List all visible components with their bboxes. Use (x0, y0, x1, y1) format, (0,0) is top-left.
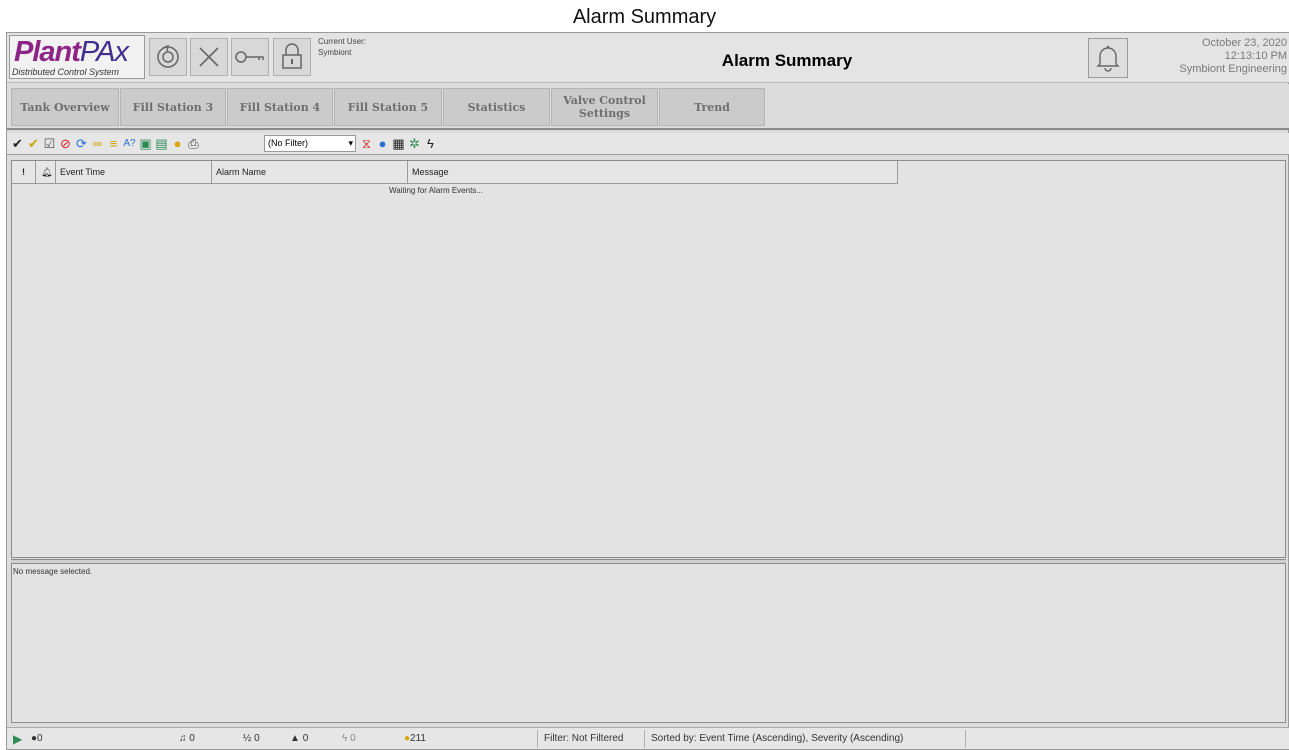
nav-fill-station-5[interactable]: Fill Station 5 (334, 88, 442, 126)
status-divider (965, 730, 966, 748)
status-count-0: ●0 (31, 733, 43, 744)
globe-icon[interactable]: ● (375, 136, 390, 151)
nav-fill-station-4[interactable]: Fill Station 4 (227, 88, 333, 126)
alarm-bell-button[interactable] (1088, 38, 1128, 78)
acknowledge-icon[interactable]: ✔ (10, 136, 25, 151)
logo-plant: Plant (14, 36, 81, 68)
status-bar: ▶ ●0 ♫ 0 ½ 0 ▲ 0 ϟ 0 ●211 Filter: Not Fi… (7, 727, 1289, 749)
page-title: Alarm Summary (572, 6, 717, 28)
app-window: PlantPAx Distributed Control System Curr… (6, 32, 1289, 750)
nav-fill-station-3[interactable]: Fill Station 3 (120, 88, 226, 126)
header-bar: PlantPAx Distributed Control System Curr… (7, 33, 1289, 83)
key-icon (235, 51, 264, 63)
reconnect-icon[interactable]: ✲ (407, 136, 422, 151)
screen-title: Alarm Summary (721, 51, 853, 70)
status-count-warning: ▲ 0 (290, 733, 309, 744)
status-divider (644, 730, 645, 748)
lock-button[interactable] (273, 38, 311, 76)
lock-icon (282, 43, 302, 69)
navigation-bar: Tank Overview Fill Station 3 Fill Statio… (7, 84, 1289, 130)
company-text: Symbiont Engineering (1179, 63, 1287, 75)
refresh-icon (157, 44, 179, 68)
alarm-toolbar: ✔ ✔ ☑ ⊘ ⟳ ═ ≡ A? ▣ ▤ ● ⎙ (No Filter) ▾ ⧖ … (7, 133, 1289, 155)
refresh-button[interactable] (149, 38, 187, 76)
message-detail-pane: No message selected. (11, 563, 1286, 723)
login-button[interactable] (231, 38, 269, 76)
bell-icon: ♫ (179, 733, 190, 744)
filter-status: Filter: Not Filtered (544, 733, 624, 744)
col-state[interactable]: 🔔︎ (36, 161, 56, 183)
sort-icon[interactable]: ▤ (154, 136, 169, 151)
bell-icon: 🔔︎ (41, 167, 53, 177)
detail-text: No message selected. (13, 567, 93, 576)
print-icon[interactable]: ⎙ (186, 136, 201, 151)
grid-header: ! 🔔︎ Event Time Alarm Name Message (12, 161, 898, 184)
current-user-label: Current User: (318, 37, 367, 46)
date-text: October 23, 2020 (1201, 37, 1287, 49)
nav-valve-control-settings[interactable]: Valve Control Settings (551, 88, 658, 126)
filter-value: (No Filter) (268, 138, 308, 148)
ack-icon: ½ (243, 733, 255, 744)
lightning-icon: ϟ (342, 733, 351, 744)
status-count-info: ●211 (404, 733, 426, 744)
logo-pax: PAx (79, 36, 129, 68)
current-user: Current User: Symbiont (318, 36, 366, 58)
status-count-ack: ½ 0 (243, 733, 260, 744)
col-message[interactable]: Message (408, 161, 898, 183)
nav-tank-overview[interactable]: Tank Overview (11, 88, 119, 126)
clear-filter-icon[interactable]: ⧖ (359, 136, 374, 151)
suppressed-list-icon[interactable]: ≡ (106, 136, 121, 151)
logo-subtitle: Distributed Control System (12, 67, 120, 77)
columns-icon[interactable]: ▦ (391, 136, 406, 151)
status-divider (537, 730, 538, 748)
close-button[interactable] (190, 38, 228, 76)
acknowledge-page-icon[interactable]: ☑ (42, 136, 57, 151)
col-event-time[interactable]: Event Time (56, 161, 212, 183)
disable-icon[interactable]: ⊘ (58, 136, 73, 151)
help-icon[interactable]: ● (170, 136, 185, 151)
sort-status: Sorted by: Event Time (Ascending), Sever… (651, 733, 904, 744)
triangle-icon: ▲ (290, 733, 303, 744)
close-icon (199, 47, 219, 67)
plantpax-logo: PlantPAx Distributed Control System (9, 35, 145, 79)
nav-trend[interactable]: Trend (659, 88, 765, 126)
details-icon[interactable]: A? (122, 136, 137, 151)
empty-state-text: Waiting for Alarm Events... (389, 186, 483, 195)
current-user-name: Symbiont (318, 48, 352, 57)
chevron-down-icon: ▾ (348, 138, 353, 148)
status-count-fault: ϟ 0 (342, 733, 356, 744)
col-alarm-name[interactable]: Alarm Name (212, 161, 408, 183)
date-time: October 23, 2020 12:13:10 PM Symbiont En… (1179, 37, 1287, 76)
suppress-icon[interactable]: ═ (90, 136, 105, 151)
shelve-icon[interactable]: ⟳ (74, 136, 89, 151)
server-status-icon: ▶ (13, 732, 23, 746)
alarm-grid[interactable]: ! 🔔︎ Event Time Alarm Name Message Waiti… (11, 160, 1286, 558)
execute-command-icon[interactable]: ▣ (138, 136, 153, 151)
time-text: 12:13:10 PM (1224, 50, 1287, 62)
nav-statistics[interactable]: Statistics (443, 88, 550, 126)
col-priority[interactable]: ! (12, 161, 36, 183)
status-count-alarms: ♫ 0 (179, 733, 195, 744)
acknowledge-all-icon[interactable]: ✔ (26, 136, 41, 151)
lightning-icon[interactable]: ϟ (423, 136, 438, 151)
filter-select[interactable]: (No Filter) ▾ (264, 135, 356, 152)
bell-icon (1096, 45, 1120, 72)
